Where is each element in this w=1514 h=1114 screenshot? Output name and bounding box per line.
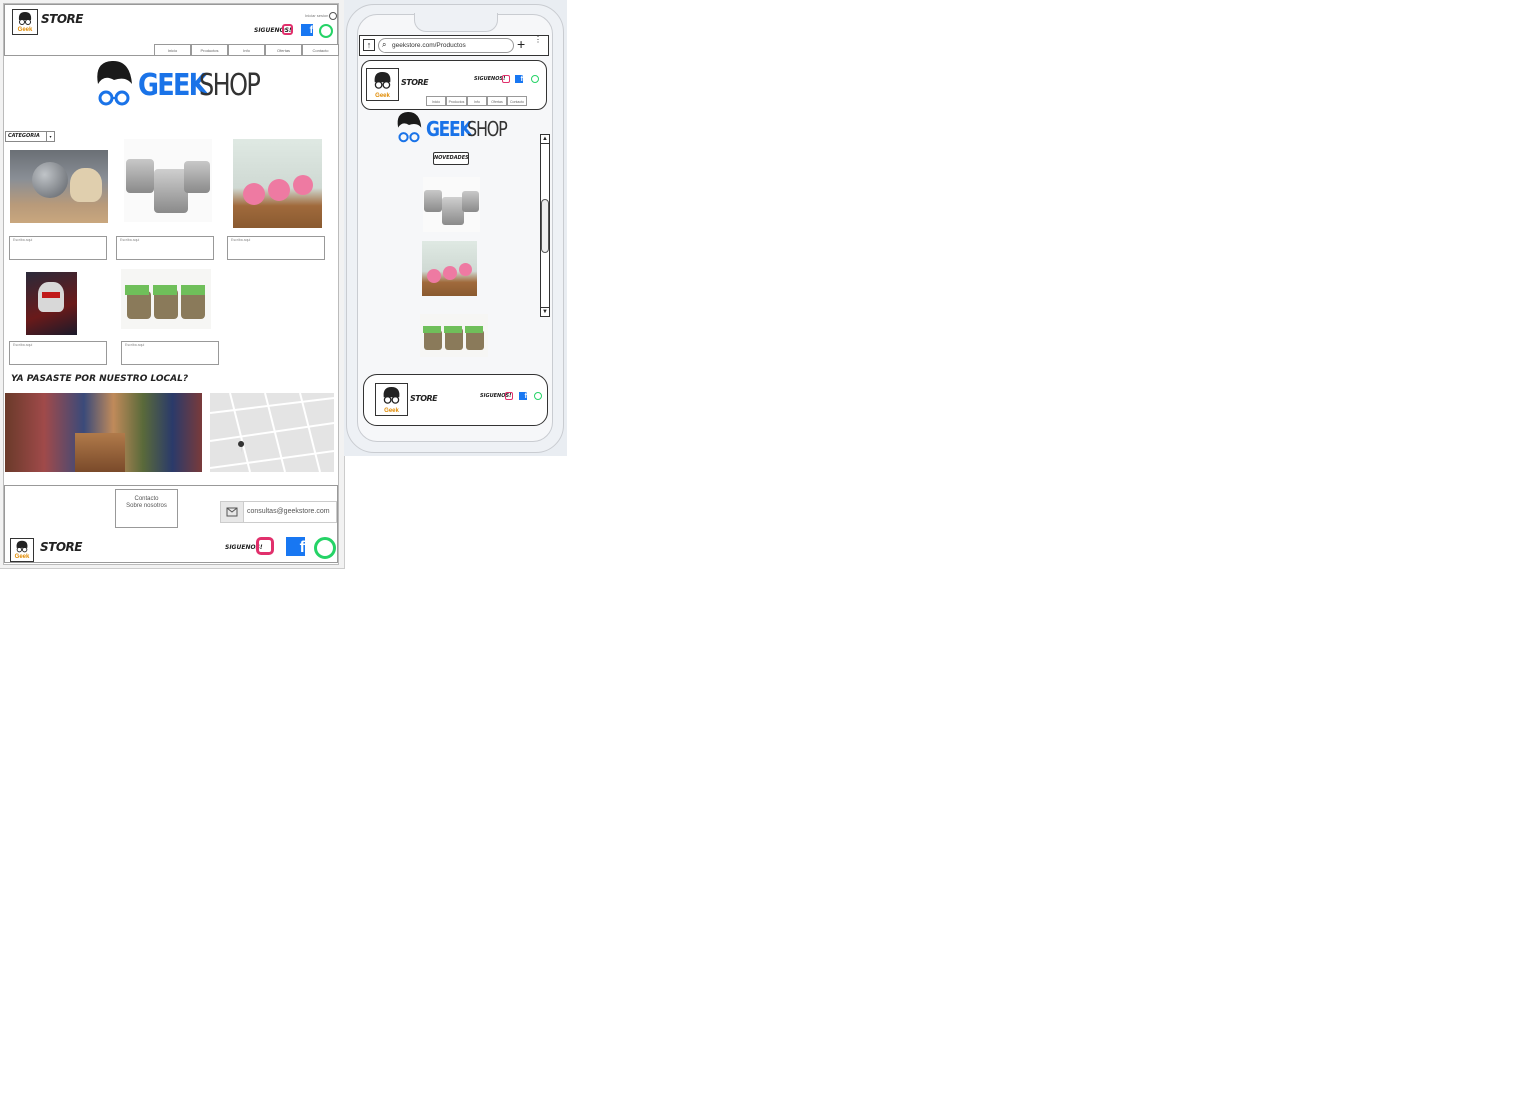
logo-label: Geek <box>17 27 33 33</box>
store-map[interactable] <box>210 393 334 472</box>
nav-info[interactable]: Info <box>467 96 487 106</box>
nav-contacto[interactable]: Contacto <box>302 44 339 56</box>
footer-link-sobre-nosotros[interactable]: Sobre nosotros <box>116 503 177 509</box>
login-link[interactable]: Iniciar sesion <box>305 13 328 18</box>
footer-link-contacto[interactable]: Contacto <box>116 496 177 502</box>
product-image-kirby-pots[interactable] <box>422 241 477 296</box>
store-logo[interactable]: Geek <box>12 9 38 35</box>
geek-word: GEEK <box>138 68 208 103</box>
phone-notch <box>414 13 498 32</box>
mobile-store-logo[interactable]: Geek <box>366 68 399 101</box>
logo-label: Geek <box>375 93 390 99</box>
mobile-follow-label: SIGUENOS! <box>474 76 506 82</box>
facebook-icon[interactable]: f <box>286 537 305 556</box>
store-title: STORE <box>41 12 83 26</box>
product-image-baby-yoda[interactable] <box>121 269 211 329</box>
instagram-icon[interactable] <box>282 24 293 35</box>
more-menu-icon[interactable]: ⋮ <box>534 36 542 44</box>
scroll-thumb[interactable] <box>541 199 549 253</box>
whatsapp-icon[interactable] <box>319 24 333 38</box>
product-image-kirby-pots[interactable] <box>233 139 322 228</box>
geek-mascot-icon <box>97 60 132 106</box>
scrollbar[interactable]: ▲ ▼ <box>540 134 550 317</box>
instagram-icon[interactable] <box>256 537 274 555</box>
mobile-footer-logo[interactable]: Geek <box>375 383 408 416</box>
url-text: geekstore.com/Productos <box>392 42 466 49</box>
product-image-baby-yoda[interactable] <box>420 314 488 357</box>
nav-ofertas[interactable]: Ofertas <box>265 44 302 56</box>
logo-label: Geek <box>384 408 399 414</box>
share-icon[interactable]: ↑ <box>363 39 375 51</box>
mobile-nav: Inicio Productos Info Ofertas Contacto <box>426 96 527 106</box>
nav-ofertas[interactable]: Ofertas <box>487 96 507 106</box>
product-image-mandalorian-mugs[interactable] <box>423 177 480 232</box>
url-input[interactable]: ⌕ geekstore.com/Productos <box>378 38 514 53</box>
product-caption[interactable]: Escriba aqui <box>9 236 107 260</box>
mail-icon <box>221 502 244 522</box>
email-field[interactable]: consultas@geekstore.com <box>220 501 337 523</box>
shop-word: SHOP <box>467 117 508 141</box>
product-caption[interactable]: Escriba aqui <box>116 236 214 260</box>
geek-word: GEEK <box>426 117 473 141</box>
desktop-nav: Inicio Productos Info Ofertas Contacto <box>154 44 339 56</box>
geek-face-icon <box>383 386 400 404</box>
scroll-down-icon[interactable]: ▼ <box>541 307 549 316</box>
logo-label: Geek <box>14 554 30 560</box>
instagram-icon[interactable] <box>502 75 510 83</box>
email-text: consultas@geekstore.com <box>247 508 330 515</box>
whatsapp-icon[interactable] <box>531 75 539 83</box>
category-label: CATEGORIA <box>8 133 40 139</box>
geek-face-icon <box>374 71 391 89</box>
product-image-mandalorian-mugs[interactable] <box>124 139 212 222</box>
nav-info[interactable]: Info <box>228 44 265 56</box>
category-select[interactable]: CATEGORIA ▾ <box>5 131 55 142</box>
product-image-deathstar[interactable] <box>10 150 108 223</box>
footer-links: Contacto Sobre nosotros <box>115 489 178 528</box>
chevron-down-icon: ▾ <box>46 132 54 141</box>
nav-productos[interactable]: Productos <box>191 44 228 56</box>
footer-store-logo[interactable]: Geek <box>10 538 34 562</box>
footer-store-title: STORE <box>40 540 82 554</box>
store-interior-image <box>5 393 202 472</box>
user-icon[interactable] <box>329 12 337 20</box>
geek-face-icon <box>18 12 32 25</box>
search-icon: ⌕ <box>382 40 387 49</box>
product-caption[interactable]: Escriba aqui <box>9 341 107 365</box>
product-caption[interactable]: Escriba aqui <box>227 236 325 260</box>
nav-inicio[interactable]: Inicio <box>154 44 191 56</box>
facebook-icon[interactable]: f <box>515 75 523 83</box>
nav-inicio[interactable]: Inicio <box>426 96 446 106</box>
geekshop-logo: GEEK SHOP <box>92 58 262 108</box>
geek-face-icon <box>16 540 28 553</box>
shop-word: SHOP <box>199 68 261 103</box>
mobile-geekshop-logo: GEEK SHOP <box>394 110 512 144</box>
scroll-up-icon[interactable]: ▲ <box>541 135 549 144</box>
geek-mascot-icon <box>397 112 422 143</box>
novedades-button[interactable]: NOVEDADES <box>433 152 469 165</box>
product-caption[interactable]: Escriba aqui <box>121 341 219 365</box>
nav-productos[interactable]: Productos <box>446 96 467 106</box>
instagram-icon[interactable] <box>505 392 513 400</box>
whatsapp-icon[interactable] <box>314 537 336 559</box>
new-tab-icon[interactable]: + <box>517 36 525 52</box>
map-streets <box>210 393 334 472</box>
facebook-icon[interactable]: f <box>301 24 313 36</box>
nav-contacto[interactable]: Contacto <box>507 96 527 106</box>
local-heading: YA PASASTE POR NUESTRO LOCAL? <box>11 374 189 384</box>
mobile-store-title: STORE <box>401 78 429 87</box>
whatsapp-icon[interactable] <box>534 392 542 400</box>
product-image-helmet[interactable] <box>26 272 77 335</box>
mobile-footer-store-title: STORE <box>410 394 438 403</box>
facebook-icon[interactable]: f <box>519 392 527 400</box>
